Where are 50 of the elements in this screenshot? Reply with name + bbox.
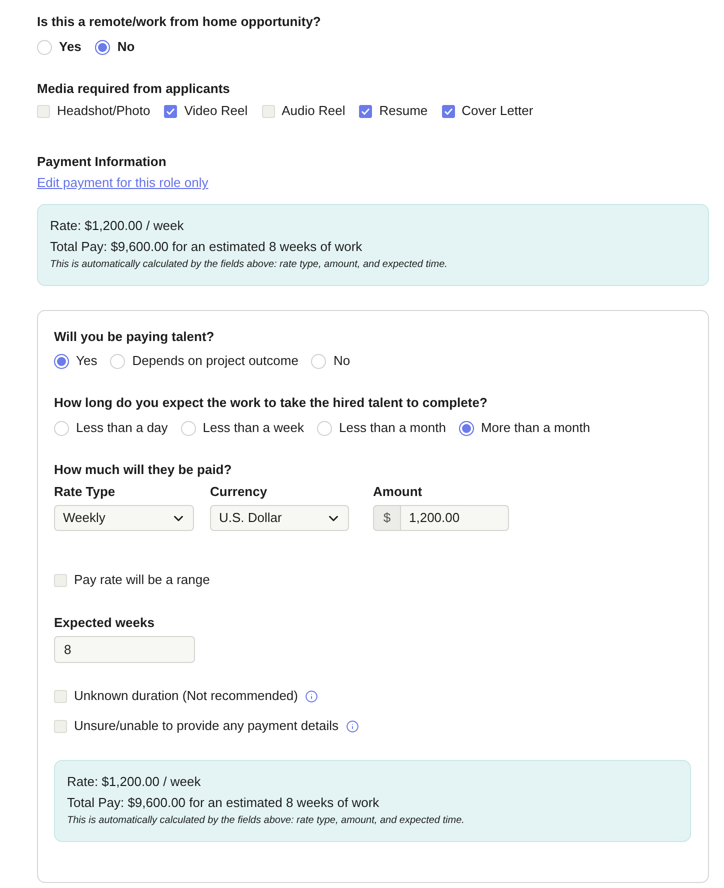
check-icon xyxy=(361,108,370,114)
checkbox[interactable] xyxy=(164,104,178,118)
field-label: Currency xyxy=(210,484,268,500)
check-icon xyxy=(444,108,453,114)
option-label: Less than a day xyxy=(76,420,168,436)
field-label: Expected weeks xyxy=(54,615,156,631)
currency-select[interactable]: U.S. Dollar xyxy=(210,505,349,531)
option-label: Pay rate will be a range xyxy=(74,572,210,588)
question-label: Will you be paying talent? xyxy=(54,329,216,345)
rate-text: Rate: $1,200.00 / week xyxy=(50,218,185,234)
check-icon xyxy=(166,108,176,114)
question-label: Is this a remote/work from home opportunity? xyxy=(37,14,322,30)
question-label: How long do you expect the work to take the hired talent to complete? xyxy=(54,395,488,411)
currency-prefix: $ xyxy=(373,505,401,531)
option-label: Unsure/unable to provide any payment details xyxy=(74,718,338,734)
option-label: Yes xyxy=(76,353,98,369)
rate-text: Rate: $1,200.00 / week xyxy=(67,774,202,790)
option-label: No xyxy=(333,353,350,369)
question-label: How much will they be paid? xyxy=(54,462,233,478)
option-label: Resume xyxy=(379,103,428,119)
calculation-note: This is automatically calculated by the fields above: rate type, amount, and expected time. xyxy=(67,814,466,828)
expected-weeks-input[interactable]: 8 xyxy=(54,636,195,663)
field-label: Rate Type xyxy=(54,484,116,500)
radio-button[interactable] xyxy=(54,354,69,368)
option-label: More than a month xyxy=(480,420,590,436)
edit-payment-link[interactable]: Edit payment for this role only xyxy=(37,175,208,190)
option-label: Audio Reel xyxy=(282,103,346,119)
calculation-note: This is automatically calculated by the fields above: rate type, amount, and expected time. xyxy=(50,258,448,272)
checkbox[interactable] xyxy=(442,104,455,118)
rate-type-select[interactable]: Weekly xyxy=(54,505,194,531)
section-title: Payment Information xyxy=(37,154,168,170)
info-icon[interactable] xyxy=(346,720,358,732)
total-pay-text: Total Pay: $9,600.00 for an estimated 8 weeks of work xyxy=(67,795,380,811)
amount-input[interactable]: 1,200.00 xyxy=(401,505,509,531)
option-label: Headshot/Photo xyxy=(57,103,150,119)
option-label: Unknown duration (Not recommended) xyxy=(74,688,298,704)
option-label: Cover Letter xyxy=(462,103,534,119)
option-label: Yes xyxy=(59,39,82,55)
option-label: Video Reel xyxy=(184,103,248,119)
option-label: Less than a month xyxy=(338,420,446,436)
section-label: Media required from applicants xyxy=(37,81,231,97)
option-label: Depends on project outcome xyxy=(132,353,298,369)
field-label: Amount xyxy=(373,484,424,500)
info-icon[interactable] xyxy=(305,690,318,702)
checkbox[interactable] xyxy=(359,104,372,118)
option-label: Less than a week xyxy=(202,420,304,436)
total-pay-text: Total Pay: $9,600.00 for an estimated 8 weeks of work xyxy=(50,239,364,255)
radio-button[interactable] xyxy=(95,40,110,54)
radio-button[interactable] xyxy=(458,420,474,436)
option-label: No xyxy=(117,39,135,55)
